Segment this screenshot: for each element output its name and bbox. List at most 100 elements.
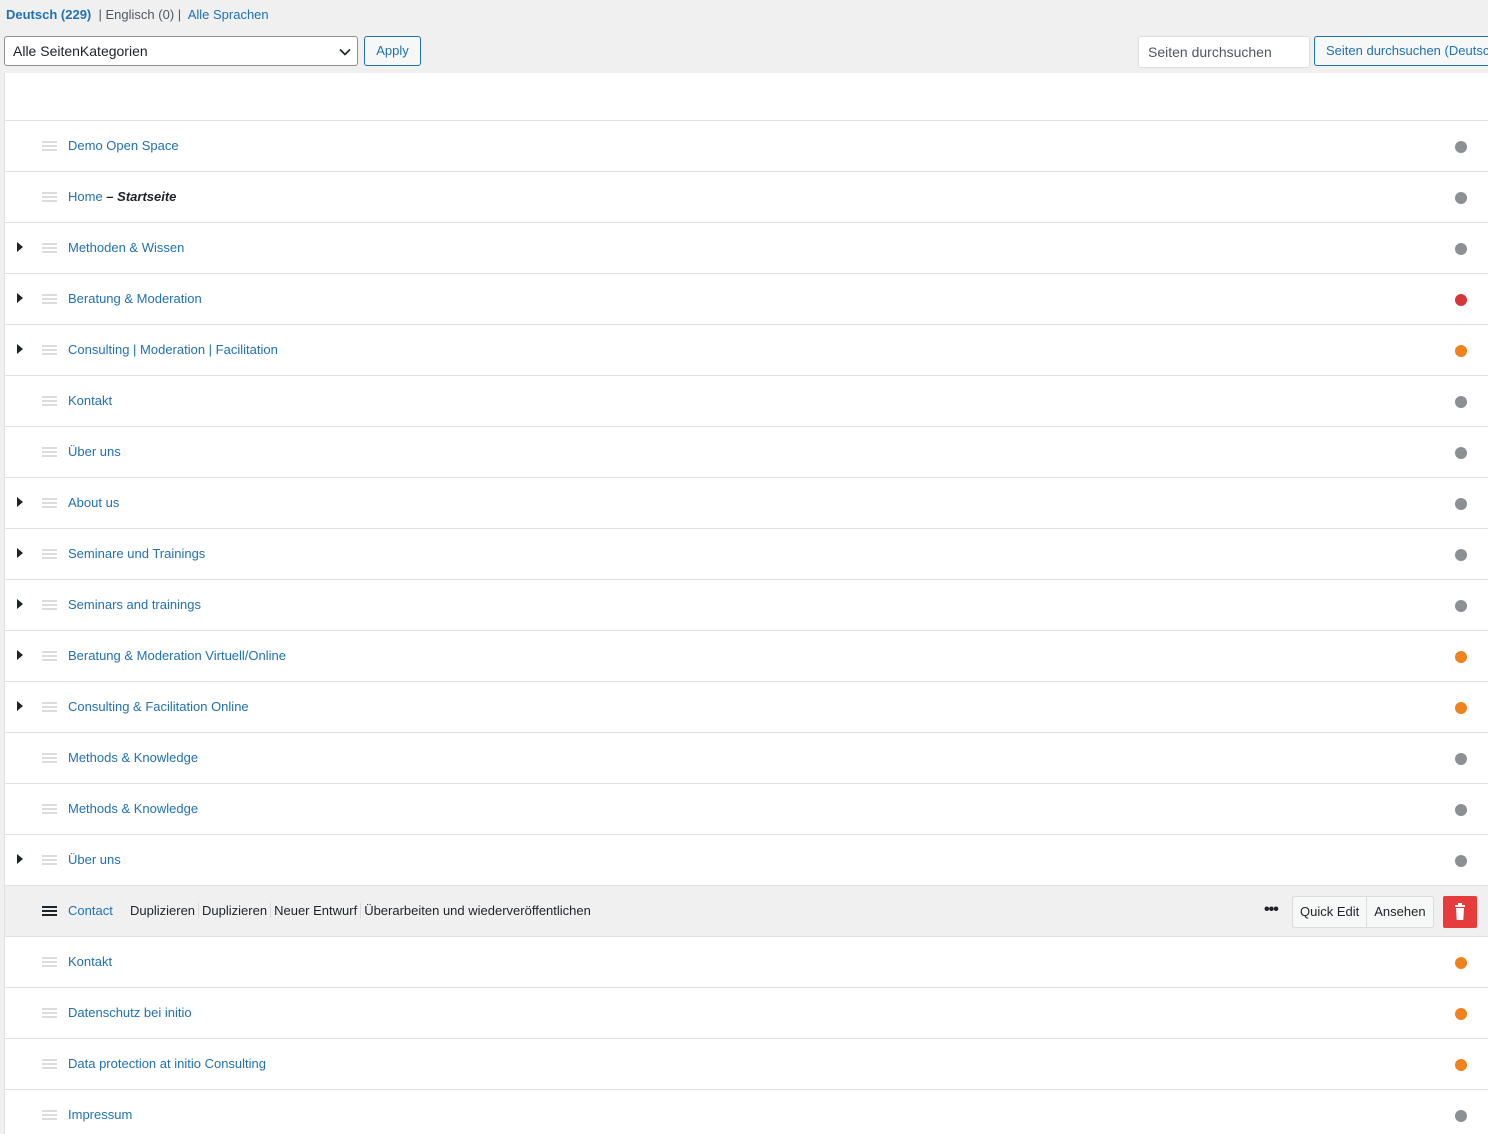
page-title-link[interactable]: Seminare und Trainings: [68, 546, 205, 561]
category-select[interactable]: Alle SeitenKategorien: [4, 36, 358, 66]
drag-handle-icon[interactable]: [42, 957, 57, 967]
page-row[interactable]: About us: [5, 478, 1488, 529]
page-title-link[interactable]: Data protection at initio Consulting: [68, 1056, 266, 1071]
page-title: Home – Startseite: [68, 189, 176, 204]
view-button[interactable]: Ansehen: [1366, 897, 1432, 927]
expand-arrow-icon[interactable]: [17, 344, 23, 354]
drag-handle-icon[interactable]: [42, 549, 57, 559]
language-filter: Deutsch (229) | Englisch (0) | Alle Spra…: [6, 7, 269, 22]
drag-handle-icon[interactable]: [42, 804, 57, 814]
search-input[interactable]: Seiten durchsuchen: [1138, 36, 1310, 68]
page-row[interactable]: Über uns: [5, 427, 1488, 478]
page-row[interactable]: Methods & Knowledge: [5, 733, 1488, 784]
drag-handle-icon[interactable]: [42, 906, 57, 916]
status-dot: [1455, 1008, 1467, 1020]
page-title-link[interactable]: Über uns: [68, 852, 121, 867]
expand-arrow-icon[interactable]: [17, 497, 23, 507]
page-row[interactable]: Beratung & Moderation Virtuell/Online: [5, 631, 1488, 682]
filter-bar: Alle SeitenKategorien Apply Seiten durch…: [4, 36, 1488, 68]
page-title-link[interactable]: Seminars and trainings: [68, 597, 201, 612]
drag-handle-icon[interactable]: [42, 396, 57, 406]
page-row[interactable]: Datenschutz bei initio: [5, 988, 1488, 1039]
page-row[interactable]: Contact Duplizieren Duplizieren Neuer Entwu…: [5, 886, 1488, 937]
page-title-link[interactable]: Beratung & Moderation Virtuell/Online: [68, 648, 286, 663]
expand-arrow-icon[interactable]: [17, 599, 23, 609]
expand-arrow-icon[interactable]: [17, 548, 23, 558]
drag-handle-icon[interactable]: [42, 1110, 57, 1120]
drag-handle-icon[interactable]: [42, 141, 57, 151]
expand-arrow-icon[interactable]: [17, 650, 23, 660]
status-dot: [1455, 498, 1467, 510]
drag-handle-icon[interactable]: [42, 345, 57, 355]
search-button[interactable]: Seiten durchsuchen (Deutsch): [1314, 36, 1488, 66]
page-row[interactable]: Home – Startseite: [5, 172, 1488, 223]
expand-arrow-icon[interactable]: [17, 293, 23, 303]
drag-handle-icon[interactable]: [42, 651, 57, 661]
page-row[interactable]: Demo Open Space: [5, 121, 1488, 172]
status-dot: [1455, 345, 1467, 357]
page-title: Methods & Knowledge: [68, 750, 198, 765]
page-state-label: Startseite: [117, 189, 177, 204]
drag-handle-icon[interactable]: [42, 753, 57, 763]
page-row[interactable]: Methoden & Wissen: [5, 223, 1488, 274]
page-row[interactable]: Kontakt: [5, 937, 1488, 988]
expand-arrow-icon[interactable]: [17, 242, 23, 252]
page-title-link[interactable]: Demo Open Space: [68, 138, 179, 153]
drag-handle-icon[interactable]: [42, 1008, 57, 1018]
page-title-link[interactable]: Über uns: [68, 444, 121, 459]
page-title-link[interactable]: Methoden & Wissen: [68, 240, 184, 255]
page-row[interactable]: Methods & Knowledge: [5, 784, 1488, 835]
drag-handle-icon[interactable]: [42, 243, 57, 253]
page-row[interactable]: Seminars and trainings: [5, 580, 1488, 631]
page-title-link[interactable]: Home: [68, 189, 103, 204]
drag-handle-icon[interactable]: [42, 192, 57, 202]
page-row[interactable]: Data protection at initio Consulting: [5, 1039, 1488, 1090]
drag-handle-icon[interactable]: [42, 294, 57, 304]
drag-handle-icon[interactable]: [42, 447, 57, 457]
apply-button[interactable]: Apply: [364, 36, 421, 66]
new-draft-action[interactable]: Neuer Entwurf: [271, 903, 362, 918]
page-row[interactable]: Über uns: [5, 835, 1488, 886]
trash-button[interactable]: [1443, 896, 1477, 928]
duplicate-action[interactable]: Duplizieren: [199, 903, 272, 918]
page-title: Kontakt: [68, 393, 112, 408]
drag-handle-icon[interactable]: [42, 855, 57, 865]
page-title-link[interactable]: Impressum: [68, 1107, 132, 1122]
drag-handle-icon[interactable]: [42, 600, 57, 610]
page-title: Seminars and trainings: [68, 597, 201, 612]
page-title-link[interactable]: Kontakt: [68, 954, 112, 969]
page-title-link[interactable]: Kontakt: [68, 393, 112, 408]
drag-handle-icon[interactable]: [42, 498, 57, 508]
page-row[interactable]: Kontakt: [5, 376, 1488, 427]
page-row[interactable]: Beratung & Moderation: [5, 274, 1488, 325]
page-title: Methods & Knowledge: [68, 801, 198, 816]
page-row[interactable]: Impressum: [5, 1090, 1488, 1134]
page-row[interactable]: Consulting & Facilitation Online: [5, 682, 1488, 733]
expand-arrow-icon[interactable]: [17, 701, 23, 711]
page-title-link[interactable]: Consulting | Moderation | Facilitation: [68, 342, 278, 357]
page-title-link[interactable]: Consulting & Facilitation Online: [68, 699, 249, 714]
page-row[interactable]: Seminare und Trainings: [5, 529, 1488, 580]
status-dot: [1455, 1110, 1467, 1122]
page-title-link[interactable]: Methods & Knowledge: [68, 801, 198, 816]
language-englisch-link[interactable]: Englisch (0): [106, 7, 175, 22]
page-title-link[interactable]: Datenschutz bei initio: [68, 1005, 192, 1020]
page-title-link[interactable]: Methods & Knowledge: [68, 750, 198, 765]
page-title: Consulting & Facilitation Online: [68, 699, 249, 714]
page-row[interactable]: Consulting | Moderation | Facilitation: [5, 325, 1488, 376]
ellipsis-icon[interactable]: •••: [1264, 902, 1279, 918]
status-dot: [1455, 141, 1467, 153]
quick-edit-button[interactable]: Quick Edit: [1293, 897, 1366, 927]
drag-handle-icon[interactable]: [42, 702, 57, 712]
language-all-link[interactable]: Alle Sprachen: [188, 7, 269, 22]
rewrite-republish-action[interactable]: Überarbeiten und wiederveröffentlichen: [361, 903, 594, 918]
duplicate-action[interactable]: Duplizieren: [127, 903, 200, 918]
page-title-link[interactable]: Beratung & Moderation: [68, 291, 202, 306]
page-title-link[interactable]: About us: [68, 495, 119, 510]
expand-arrow-icon[interactable]: [17, 854, 23, 864]
page-title-link[interactable]: Contact: [68, 903, 113, 918]
language-deutsch-link[interactable]: Deutsch (229): [6, 7, 91, 22]
status-dot: [1455, 651, 1467, 663]
page-state-separator: –: [102, 189, 118, 204]
drag-handle-icon[interactable]: [42, 1059, 57, 1069]
